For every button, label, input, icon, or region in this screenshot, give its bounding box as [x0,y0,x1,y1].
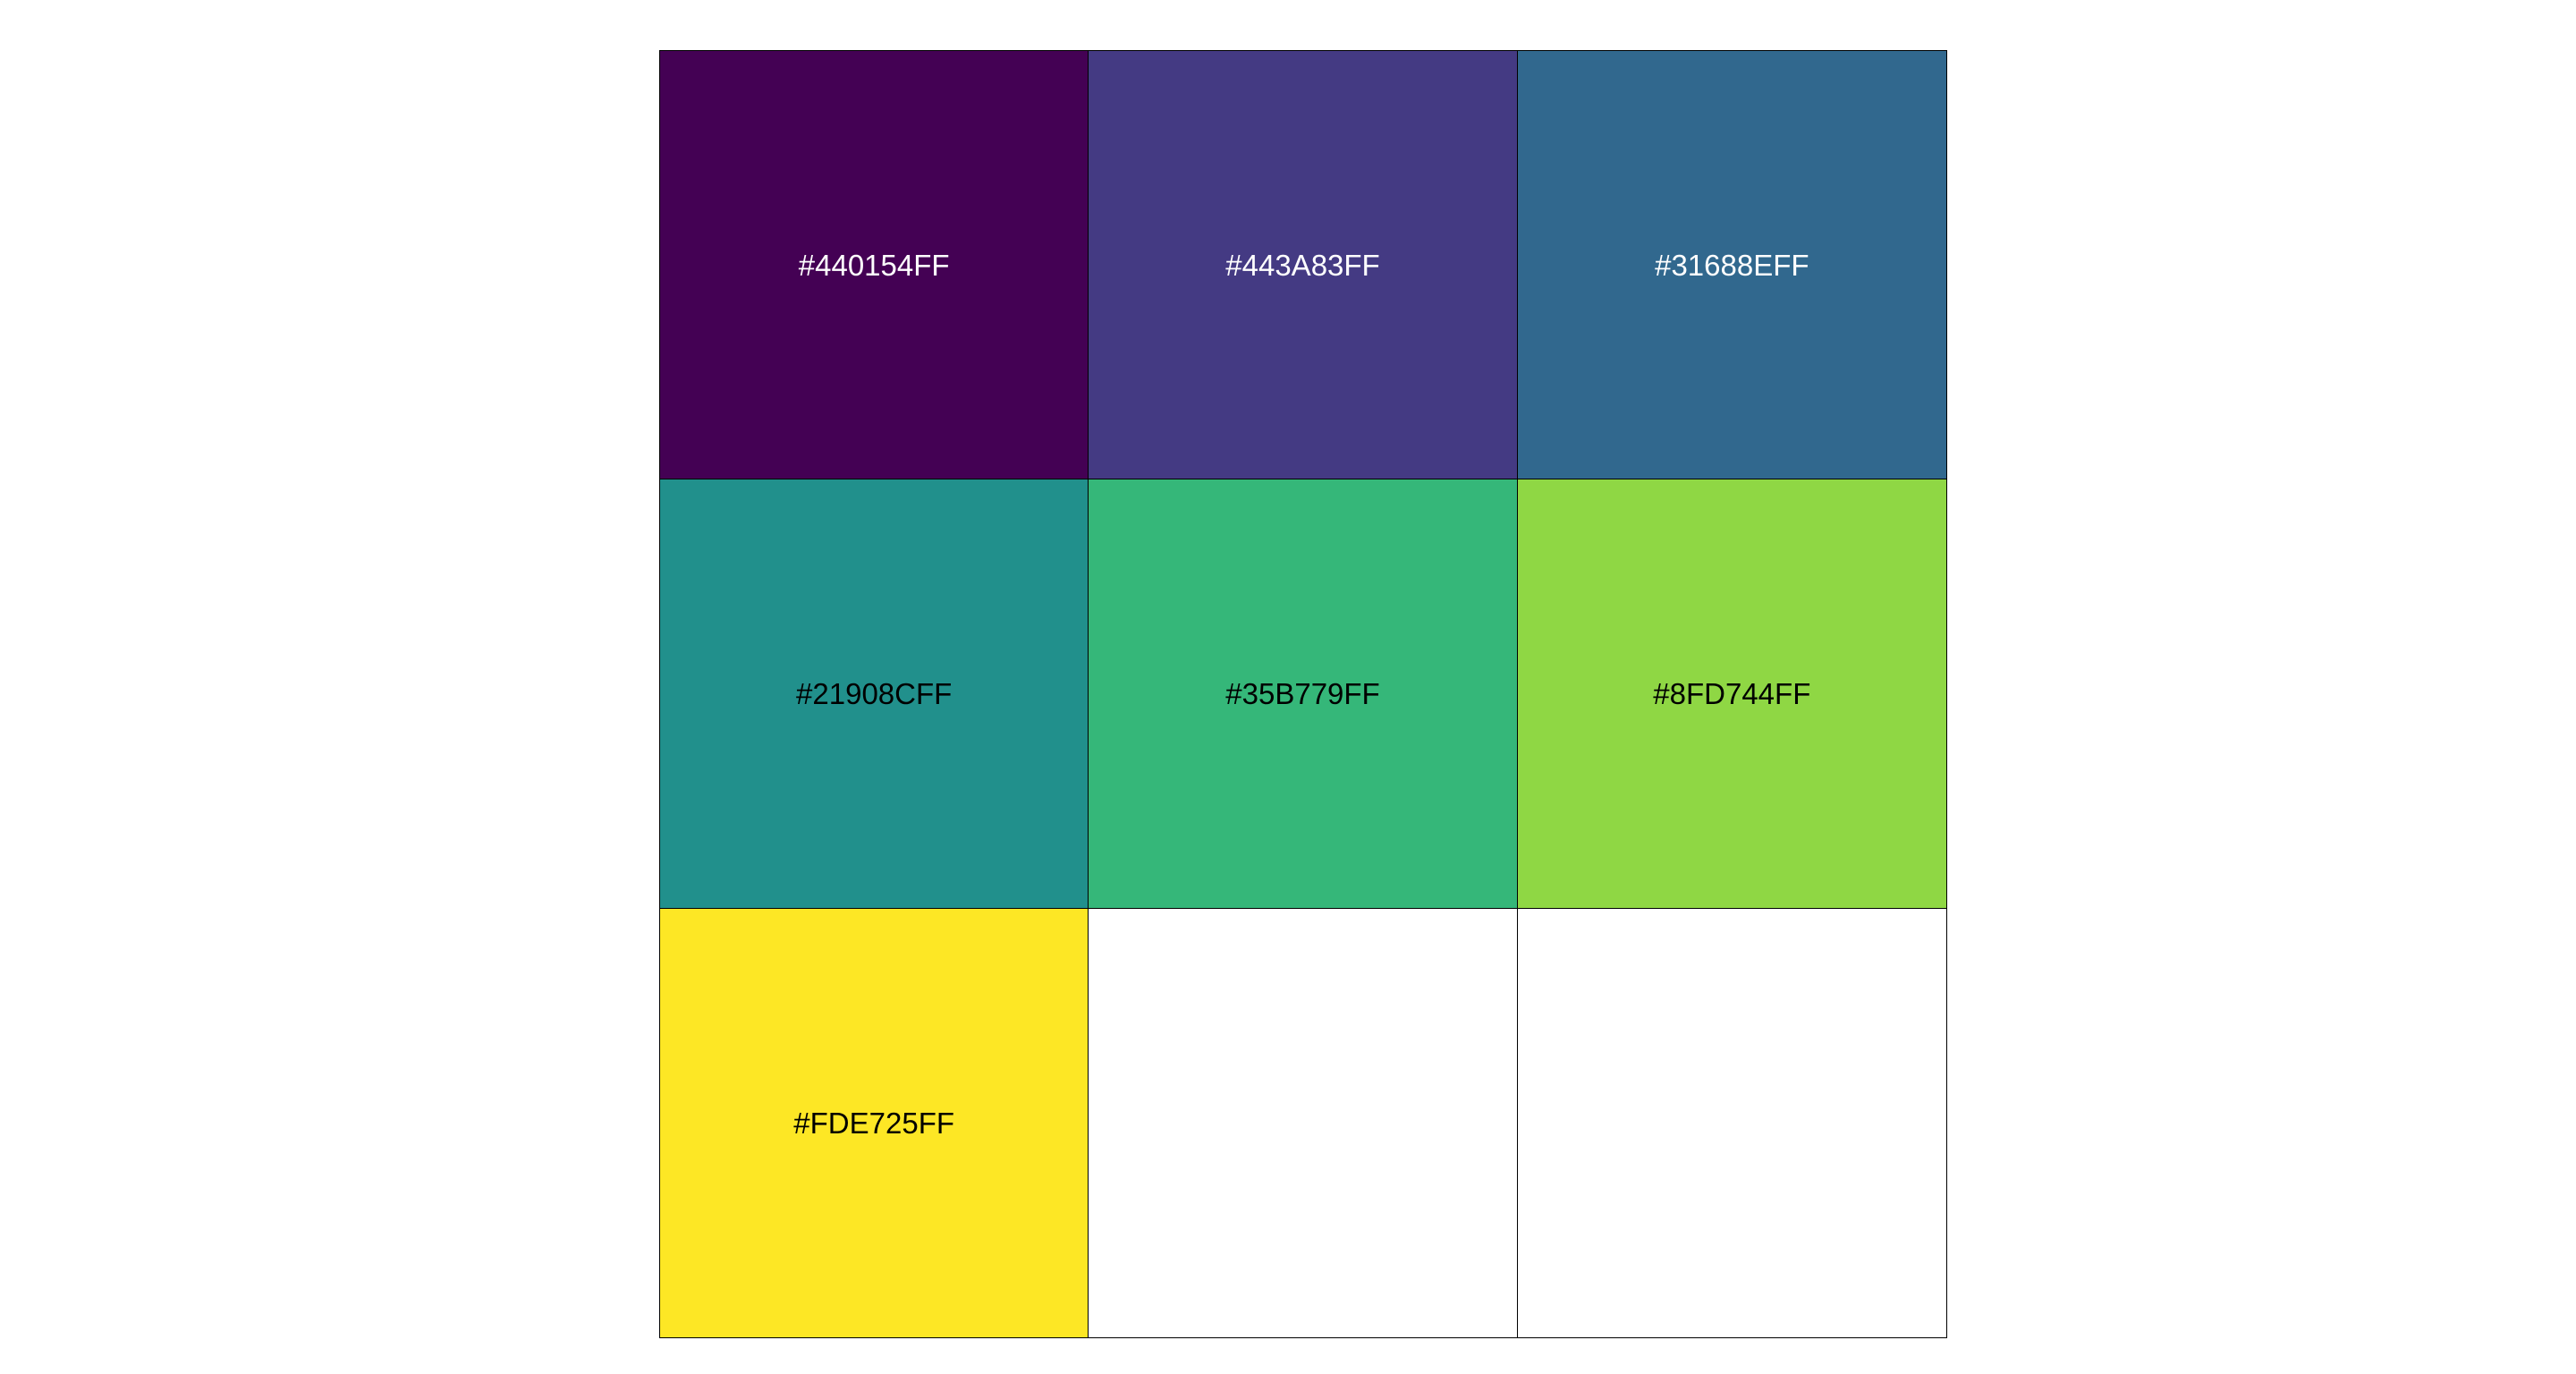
swatch-1: #440154FF [660,51,1089,480]
swatch-label: #440154FF [798,248,950,282]
swatch-label: #FDE725FF [793,1106,955,1140]
swatch-4: #21908CFF [660,479,1089,909]
swatch-2: #443A83FF [1089,51,1518,480]
swatch-5: #35B779FF [1089,479,1518,909]
swatch-3: #31688EFF [1517,51,1946,480]
swatch-7: #FDE725FF [660,908,1089,1337]
swatch-label: #443A83FF [1225,248,1380,282]
swatch-label: #21908CFF [796,676,953,710]
color-swatch-grid: #440154FF #443A83FF #31688EFF #21908CFF … [659,50,1947,1338]
empty-swatch-cell [1517,908,1946,1337]
swatch-label: #8FD744FF [1653,676,1811,710]
swatch-label: #31688EFF [1655,248,1809,282]
empty-swatch-cell [1089,908,1518,1337]
swatch-label: #35B779FF [1225,676,1380,710]
swatch-6: #8FD744FF [1517,479,1946,909]
